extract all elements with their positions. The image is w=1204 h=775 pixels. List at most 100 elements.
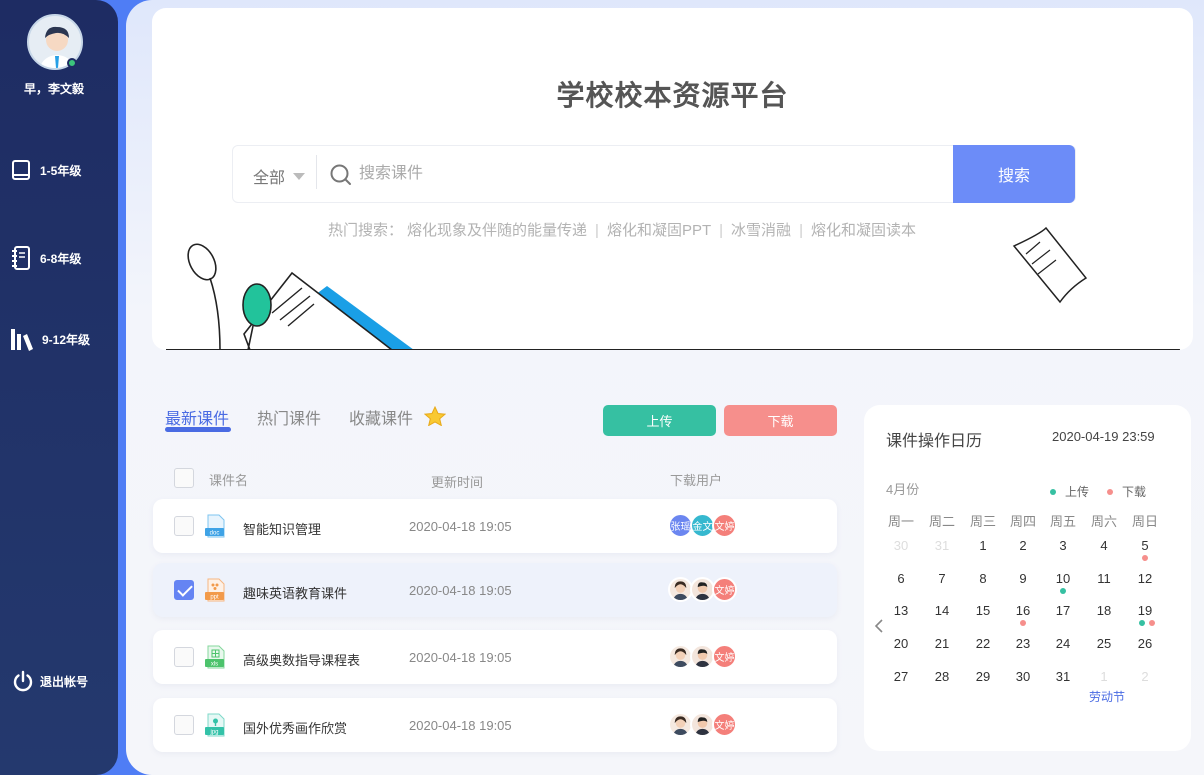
calendar-day[interactable]: 2 xyxy=(1003,533,1043,559)
sidebar-item-grade-6-8[interactable]: 6-8年级 xyxy=(10,245,81,271)
weekday-label: 周二 xyxy=(928,514,955,529)
upload-button[interactable]: 上传 xyxy=(603,405,716,436)
holiday-label: 劳动节 xyxy=(1089,690,1126,704)
download-button[interactable]: 下载 xyxy=(724,405,837,436)
calendar-day[interactable]: 15 xyxy=(963,598,1003,624)
tab-popular[interactable]: 热门课件 xyxy=(257,405,321,429)
calendar-day[interactable]: 14 xyxy=(922,598,962,624)
calendar-day[interactable]: 9 xyxy=(1003,566,1043,592)
search-button[interactable]: 搜索 xyxy=(953,145,1075,203)
calendar-day[interactable]: 23 xyxy=(1003,631,1043,657)
column-header-time: 更新时间 xyxy=(431,475,484,490)
calendar-day[interactable]: 7 xyxy=(922,566,962,592)
calendar-day[interactable]: 28 xyxy=(922,664,962,690)
user-avatar[interactable]: 文婷 xyxy=(712,644,737,669)
calendar-day[interactable]: 13 xyxy=(881,598,921,624)
file-time: 2020-04-18 19:05 xyxy=(409,650,512,665)
ppt-file-icon: ppt xyxy=(205,578,225,602)
file-name: 智能知识管理 xyxy=(243,522,322,537)
row-checkbox[interactable] xyxy=(174,580,194,600)
calendar-day[interactable]: 11 xyxy=(1084,566,1124,592)
calendar-day[interactable]: 31 xyxy=(1043,664,1083,690)
table-row[interactable]: xls 高级奥数指导课程表 2020-04-18 19:05 文婷 xyxy=(153,630,837,684)
search-input[interactable] xyxy=(359,156,919,192)
calendar-day[interactable]: 8 xyxy=(963,566,1003,592)
calendar-month: 4月份 xyxy=(886,482,920,497)
logout-button[interactable]: 退出帐号 xyxy=(12,670,88,692)
notebook-icon xyxy=(12,246,30,270)
scope-select[interactable]: 全部 xyxy=(253,164,306,188)
column-header-users: 下载用户 xyxy=(670,473,723,488)
calendar-day[interactable]: 10 xyxy=(1043,566,1083,594)
user-avatar[interactable]: 文婷 xyxy=(712,513,737,538)
row-checkbox[interactable] xyxy=(174,647,194,667)
calendar-day[interactable]: 25 xyxy=(1084,631,1124,657)
legend-label: 上传 xyxy=(1065,485,1090,499)
calendar-day[interactable]: 5 xyxy=(1125,533,1165,561)
weekday-label: 周日 xyxy=(1131,514,1158,529)
svg-text:ppt: ppt xyxy=(210,595,219,601)
hot-term[interactable]: 熔化和凝固读本 xyxy=(811,222,916,239)
separator: | xyxy=(595,222,599,239)
calendar-event-dot xyxy=(1020,620,1026,626)
download-users: 张瑶 金文 文婷 xyxy=(668,513,737,538)
calendar-day[interactable]: 3 xyxy=(1043,533,1083,559)
calendar-day[interactable]: 18 xyxy=(1084,598,1124,624)
weekday-label: 周四 xyxy=(1009,514,1036,529)
calendar-day[interactable]: 27 xyxy=(881,664,921,690)
calendar-datetime: 2020-04-19 23:59 xyxy=(1052,429,1155,444)
calendar-day: 1 xyxy=(1100,669,1108,684)
calendar-day[interactable]: 22 xyxy=(963,631,1003,657)
calendar-day[interactable]: 29 xyxy=(963,664,1003,690)
row-checkbox[interactable] xyxy=(174,715,194,735)
user-avatar[interactable]: 文婷 xyxy=(712,577,737,602)
calendar-day: 31 xyxy=(934,538,950,553)
library-icon xyxy=(11,329,33,351)
row-checkbox[interactable] xyxy=(174,516,194,536)
user-avatar[interactable]: 文婷 xyxy=(712,712,737,737)
calendar-day[interactable]: 21 xyxy=(922,631,962,657)
online-status-dot xyxy=(67,58,77,68)
table-row[interactable]: jpg 国外优秀画作欣赏 2020-04-18 19:05 文婷 xyxy=(153,698,837,752)
tab-latest[interactable]: 最新课件 xyxy=(165,405,232,432)
chevron-down-icon xyxy=(293,172,306,180)
calendar-day[interactable]: 30 xyxy=(1003,664,1043,690)
divider xyxy=(316,155,317,189)
calendar-day[interactable]: 12 xyxy=(1125,566,1165,592)
calendar-day[interactable]: 6 xyxy=(881,566,921,592)
table-row[interactable]: doc 智能知识管理 2020-04-18 19:05 张瑶 金文 文婷 xyxy=(153,499,837,553)
svg-text:jpg: jpg xyxy=(209,730,218,736)
xls-file-icon: xls xyxy=(205,645,225,669)
calendar-day[interactable]: 1 xyxy=(963,533,1003,559)
calendar-day[interactable]: 20 xyxy=(881,631,921,657)
calendar-day[interactable]: 16 xyxy=(1003,598,1043,626)
sidebar-item-grade-1-5[interactable]: 1-5年级 xyxy=(10,159,81,181)
calendar-day[interactable]: 4 xyxy=(1084,533,1124,559)
book-icon xyxy=(12,160,30,180)
calendar-day[interactable]: 24 xyxy=(1043,631,1083,657)
hot-term[interactable]: 熔化和凝固PPT xyxy=(607,222,711,239)
hot-term[interactable]: 冰雪消融 xyxy=(731,222,791,239)
file-time: 2020-04-18 19:05 xyxy=(409,519,512,534)
table-row[interactable]: ppt 趣味英语教育课件 2020-04-18 19:05 文婷 xyxy=(153,563,837,617)
sidebar-item-grade-9-12[interactable]: 9-12年级 xyxy=(10,326,90,352)
power-icon xyxy=(13,670,33,692)
weekday-label: 周六 xyxy=(1090,514,1117,529)
hot-term[interactable]: 熔化现象及伴随的能量传递 xyxy=(407,222,587,239)
calendar-day[interactable]: 19 xyxy=(1125,595,1165,626)
calendar-day[interactable]: 26 xyxy=(1125,631,1165,657)
tab-favorites[interactable]: 收藏课件 xyxy=(349,405,446,429)
download-users: 文婷 xyxy=(668,577,737,602)
calendar-event-dot xyxy=(1139,620,1145,626)
calendar-day: 30 xyxy=(893,538,909,553)
star-icon xyxy=(423,406,446,426)
page-title: 学校校本资源平台 xyxy=(556,80,789,111)
hot-label: 热门搜索： xyxy=(328,222,404,239)
select-all-checkbox[interactable] xyxy=(174,468,194,488)
greeting: 早，李文毅 xyxy=(23,82,84,96)
legend-upload: 上传 xyxy=(1050,483,1089,500)
baseline xyxy=(166,349,1180,350)
calendar-day[interactable]: 17 xyxy=(1043,598,1083,624)
legend-download: 下载 xyxy=(1107,483,1146,500)
sidebar-item-label: 9-12年级 xyxy=(42,332,91,347)
